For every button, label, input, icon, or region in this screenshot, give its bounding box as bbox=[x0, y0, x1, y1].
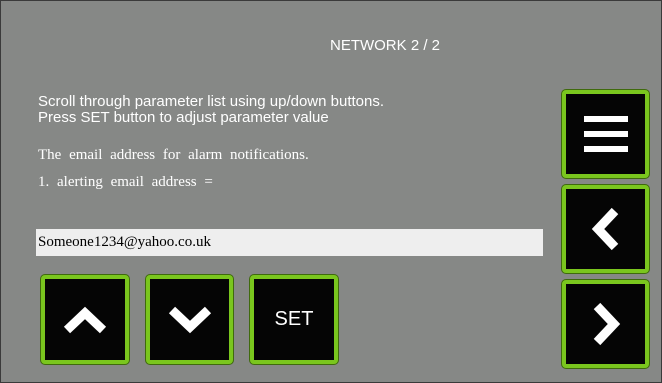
parameter-description: The email address for alarm notification… bbox=[38, 147, 309, 163]
set-button-label: SET bbox=[274, 308, 314, 330]
chevron-up-icon bbox=[62, 305, 108, 335]
chevron-right-icon bbox=[591, 301, 621, 347]
chevron-down-icon bbox=[167, 305, 213, 335]
back-button[interactable] bbox=[562, 185, 649, 273]
menu-button[interactable] bbox=[562, 90, 649, 178]
next-button[interactable] bbox=[562, 280, 649, 368]
set-button[interactable]: SET bbox=[250, 275, 338, 364]
parameter-label: 1. alerting email address = bbox=[38, 174, 213, 190]
network-settings-screen: NETWORK 2 / 2 Scroll through parameter l… bbox=[0, 0, 662, 383]
parameter-value-field[interactable]: Someone1234@yahoo.co.uk bbox=[36, 229, 543, 256]
scroll-up-button[interactable] bbox=[41, 275, 129, 364]
instruction-line-1: Scroll through parameter list using up/d… bbox=[38, 93, 385, 110]
page-title: NETWORK 2 / 2 bbox=[329, 37, 441, 54]
menu-icon bbox=[581, 114, 631, 154]
scroll-down-button[interactable] bbox=[146, 275, 233, 364]
chevron-left-icon bbox=[591, 206, 621, 252]
instruction-line-2: Press SET button to adjust parameter val… bbox=[38, 109, 329, 126]
instructions: Scroll through parameter list using up/d… bbox=[38, 94, 384, 126]
